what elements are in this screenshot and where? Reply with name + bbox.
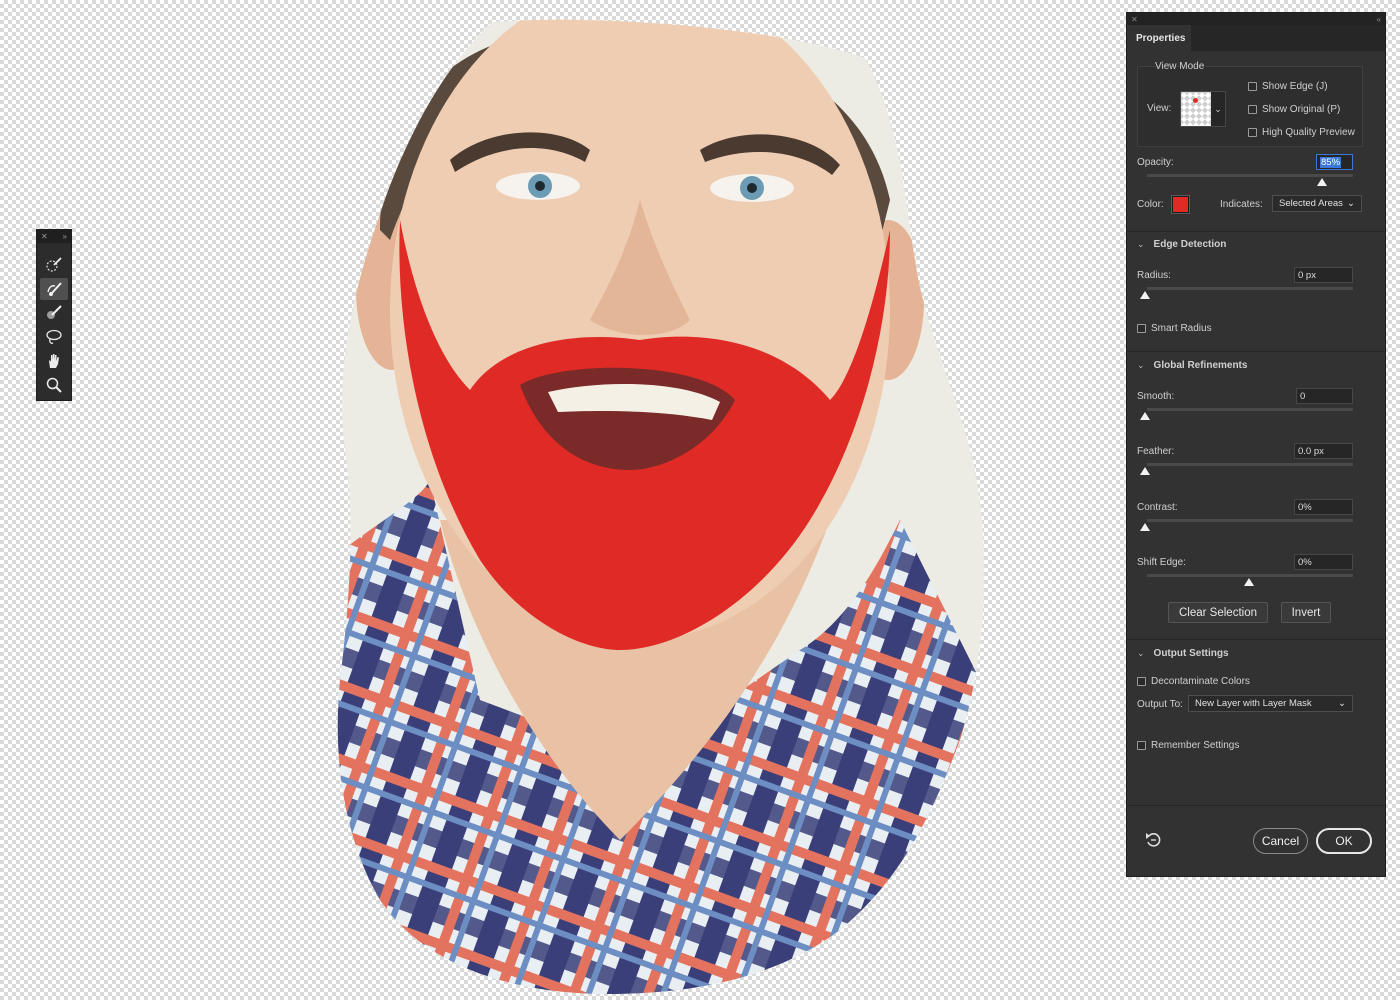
remember-settings-option[interactable]: Remember Settings bbox=[1137, 740, 1239, 751]
quick-selection-tool[interactable] bbox=[40, 254, 68, 276]
output-to-select[interactable]: New Layer with Layer Mask ⌄ bbox=[1188, 695, 1353, 712]
remember-settings-label: Remember Settings bbox=[1151, 740, 1240, 751]
show-original-checkbox[interactable] bbox=[1248, 105, 1257, 114]
remember-settings-checkbox[interactable] bbox=[1137, 741, 1146, 750]
indicates-value: Selected Areas bbox=[1279, 198, 1343, 209]
output-to-label: Output To: bbox=[1137, 699, 1183, 710]
global-refinements-title: Global Refinements bbox=[1153, 360, 1248, 371]
smooth-slider[interactable] bbox=[1147, 408, 1353, 411]
clear-selection-button[interactable]: Clear Selection bbox=[1168, 602, 1268, 623]
chevron-down-icon: ⌄ bbox=[1338, 698, 1346, 709]
indicates-select[interactable]: Selected Areas ⌄ bbox=[1272, 195, 1362, 212]
smooth-slider-thumb[interactable] bbox=[1140, 412, 1150, 420]
color-label: Color: bbox=[1137, 199, 1164, 210]
opacity-slider[interactable] bbox=[1147, 174, 1353, 177]
shift-edge-slider[interactable] bbox=[1147, 574, 1353, 577]
shift-edge-slider-thumb[interactable] bbox=[1244, 578, 1254, 586]
smart-radius-option[interactable]: Smart Radius bbox=[1137, 323, 1212, 334]
zoom-tool[interactable] bbox=[40, 374, 68, 396]
brush-tool[interactable] bbox=[40, 302, 68, 324]
properties-panel: ✕ « Properties View Mode View: ⌄ Show Ed… bbox=[1126, 12, 1386, 877]
show-edge-option[interactable]: Show Edge (J) bbox=[1248, 81, 1328, 92]
smooth-label: Smooth: bbox=[1137, 391, 1175, 402]
canvas-image[interactable] bbox=[0, 0, 1100, 1000]
tools-panel: ✕ » bbox=[36, 229, 72, 401]
chevron-down-icon: ⌄ bbox=[1137, 239, 1145, 249]
tools-panel-header: ✕ » bbox=[37, 230, 71, 243]
divider bbox=[1127, 639, 1385, 640]
smart-radius-checkbox[interactable] bbox=[1137, 324, 1146, 333]
opacity-label: Opacity: bbox=[1137, 157, 1174, 168]
radius-slider[interactable] bbox=[1147, 287, 1353, 290]
lasso-tool-icon bbox=[46, 329, 62, 344]
shift-edge-label: Shift Edge: bbox=[1137, 557, 1186, 568]
quick-selection-tool-icon bbox=[46, 257, 62, 272]
show-original-label: Show Original (P) bbox=[1262, 104, 1341, 115]
chevron-down-icon: ⌄ bbox=[1137, 360, 1145, 370]
contrast-slider-thumb[interactable] bbox=[1140, 523, 1150, 531]
radius-label: Radius: bbox=[1137, 270, 1171, 281]
chevron-down-icon: ⌄ bbox=[1214, 103, 1222, 114]
contrast-slider[interactable] bbox=[1147, 519, 1353, 522]
invert-button[interactable]: Invert bbox=[1281, 602, 1331, 623]
smooth-field[interactable]: 0 bbox=[1296, 388, 1353, 404]
radius-field[interactable]: 0 px bbox=[1294, 267, 1353, 283]
decontaminate-option[interactable]: Decontaminate Colors bbox=[1137, 676, 1250, 687]
refine-edge-brush-tool[interactable] bbox=[40, 278, 68, 300]
output-settings-title: Output Settings bbox=[1153, 648, 1229, 659]
view-mode-picker[interactable]: ⌄ bbox=[1180, 91, 1226, 127]
opacity-slider-thumb[interactable] bbox=[1317, 178, 1328, 186]
zoom-tool-icon bbox=[46, 377, 62, 393]
contrast-field[interactable]: 0% bbox=[1294, 499, 1353, 515]
output-settings-header[interactable]: ⌄ Output Settings bbox=[1137, 648, 1229, 659]
view-mode-title: View Mode bbox=[1155, 61, 1205, 72]
feather-slider-thumb[interactable] bbox=[1140, 467, 1150, 475]
divider bbox=[1127, 805, 1385, 806]
feather-slider[interactable] bbox=[1147, 463, 1353, 466]
collapse-icon[interactable]: » bbox=[63, 232, 67, 241]
feather-field[interactable]: 0.0 px bbox=[1294, 443, 1353, 459]
divider bbox=[1127, 351, 1385, 352]
high-quality-checkbox[interactable] bbox=[1248, 128, 1257, 137]
show-edge-checkbox[interactable] bbox=[1248, 82, 1257, 91]
panel-tabbar: Properties bbox=[1127, 25, 1385, 51]
show-original-option[interactable]: Show Original (P) bbox=[1248, 104, 1340, 115]
feather-label: Feather: bbox=[1137, 446, 1175, 457]
lasso-tool[interactable] bbox=[40, 326, 68, 348]
chevron-down-icon: ⌄ bbox=[1347, 198, 1355, 209]
reset-icon[interactable] bbox=[1144, 830, 1162, 848]
collapse-icon[interactable]: « bbox=[1377, 15, 1381, 24]
smart-radius-label: Smart Radius bbox=[1151, 323, 1212, 334]
view-thumbnail bbox=[1181, 92, 1211, 126]
close-icon[interactable]: ✕ bbox=[1131, 15, 1138, 24]
color-swatch[interactable] bbox=[1171, 195, 1190, 214]
high-quality-option[interactable]: High Quality Preview bbox=[1248, 127, 1355, 138]
hand-tool[interactable] bbox=[40, 350, 68, 372]
hand-tool-icon bbox=[49, 354, 59, 368]
refine-edge-brush-tool-icon bbox=[47, 282, 62, 296]
ok-button[interactable]: OK bbox=[1316, 828, 1372, 854]
contrast-label: Contrast: bbox=[1137, 502, 1178, 513]
radius-slider-thumb[interactable] bbox=[1140, 291, 1150, 299]
edge-detection-header[interactable]: ⌄ Edge Detection bbox=[1137, 239, 1226, 250]
view-label: View: bbox=[1147, 103, 1172, 114]
divider bbox=[1127, 231, 1385, 232]
decontaminate-checkbox[interactable] bbox=[1137, 677, 1146, 686]
brush-tool-icon bbox=[47, 305, 62, 319]
opacity-field[interactable]: 85% bbox=[1316, 154, 1353, 170]
shift-edge-field[interactable]: 0% bbox=[1294, 554, 1353, 570]
decontaminate-label: Decontaminate Colors bbox=[1151, 676, 1250, 687]
output-to-value: New Layer with Layer Mask bbox=[1195, 698, 1312, 709]
show-edge-label: Show Edge (J) bbox=[1262, 81, 1328, 92]
tab-properties[interactable]: Properties bbox=[1127, 25, 1191, 51]
opacity-value: 85% bbox=[1320, 157, 1342, 168]
close-icon[interactable]: ✕ bbox=[41, 232, 48, 241]
panel-header: ✕ « bbox=[1127, 13, 1385, 25]
high-quality-label: High Quality Preview bbox=[1262, 127, 1355, 138]
global-refinements-header[interactable]: ⌄ Global Refinements bbox=[1137, 360, 1247, 371]
cancel-button[interactable]: Cancel bbox=[1253, 828, 1308, 854]
edge-detection-title: Edge Detection bbox=[1153, 239, 1227, 250]
indicates-label: Indicates: bbox=[1220, 199, 1263, 210]
chevron-down-icon: ⌄ bbox=[1137, 648, 1145, 658]
